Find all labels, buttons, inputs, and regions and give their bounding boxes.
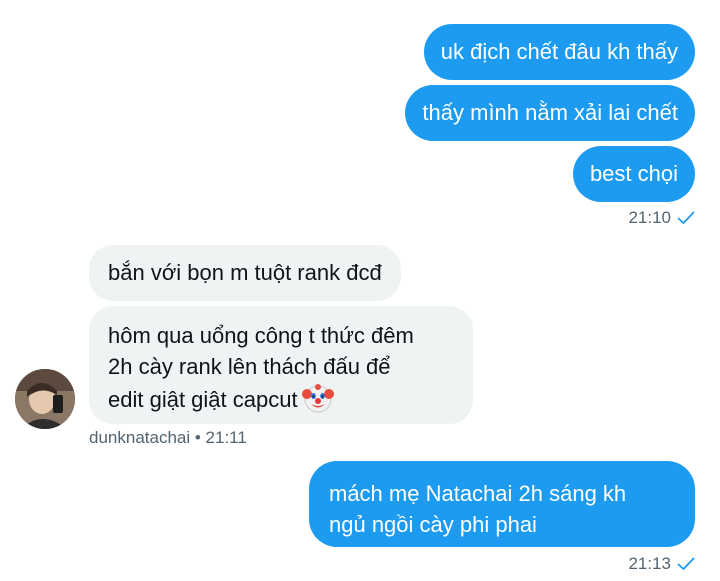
outgoing-message-bubble[interactable]: mách mẹ Natachai 2h sáng kh ngủ ngồi cày… xyxy=(309,461,695,547)
message-line: hôm qua uổng công t thức đêm xyxy=(108,323,414,348)
message-text: bắn với bọn m tuột rank đcđ xyxy=(108,260,382,285)
incoming-message-bubble[interactable]: hôm qua uổng công t thức đêm 2h cày rank… xyxy=(89,306,473,424)
message-line: edit giật giật capcut xyxy=(108,382,454,415)
read-check-icon xyxy=(677,211,695,224)
message-text: best chọi xyxy=(589,161,678,186)
message-line: 2h cày rank lên thách đấu để xyxy=(108,354,391,379)
timestamp-text: 21:13 xyxy=(628,554,671,573)
incoming-message-bubble[interactable]: bắn với bọn m tuột rank đcđ xyxy=(89,245,401,301)
timestamp-text: 21:10 xyxy=(628,208,671,227)
outgoing-message-bubble[interactable]: thấy mình nằm xải lai chết xyxy=(405,85,695,141)
read-check-icon xyxy=(677,557,695,570)
message-timestamp: 21:10 xyxy=(628,208,695,228)
clown-face-icon xyxy=(301,384,334,413)
avatar[interactable] xyxy=(15,369,75,429)
outgoing-message-bubble[interactable]: best chọi xyxy=(572,146,695,202)
sender-name-and-time: dunknatachai • 21:11 xyxy=(89,428,247,447)
message-line: ngủ ngồi cày phi phai xyxy=(329,512,537,537)
message-timestamp: 21:13 xyxy=(628,554,695,574)
avatar-photo xyxy=(15,369,75,429)
outgoing-message-bubble[interactable]: uk địch chết đâu kh thấy xyxy=(423,24,695,80)
message-text: thấy mình nằm xải lai chết xyxy=(422,100,678,125)
sender-meta: dunknatachai • 21:11 xyxy=(89,428,247,448)
message-line: mách mẹ Natachai 2h sáng kh xyxy=(329,481,627,506)
message-text: edit giật giật capcut xyxy=(108,387,298,412)
message-text: uk địch chết đâu kh thấy xyxy=(440,39,678,64)
